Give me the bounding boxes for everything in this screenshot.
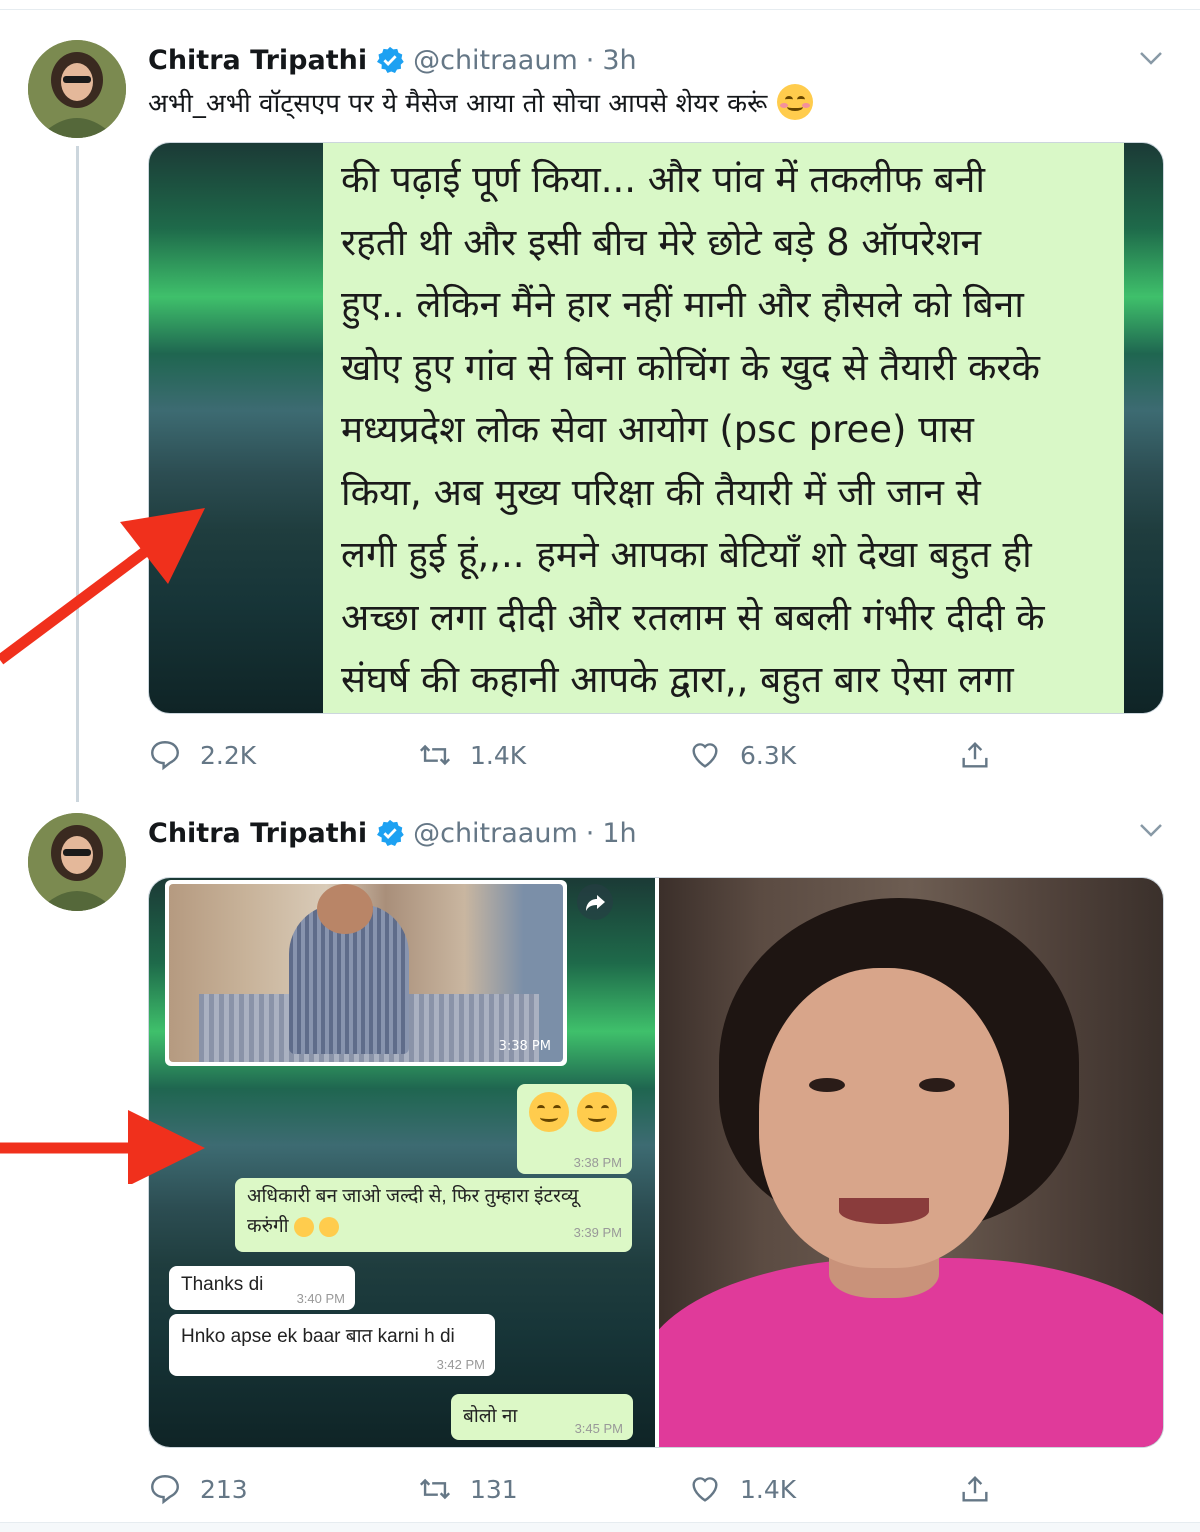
tweet-header: Chitra Tripathi @chitraaum · 1h bbox=[148, 815, 637, 851]
tweet-text-content: अभी_अभी वॉट्सएप पर ये मैसेज आया तो सोचा … bbox=[148, 89, 768, 119]
verified-badge-icon bbox=[377, 819, 404, 846]
message-bubble: अधिकारी बन जाओ जल्दी से, फिर तुम्हारा इं… bbox=[235, 1178, 632, 1252]
retweet-button[interactable]: 131 bbox=[418, 1469, 518, 1509]
message-time: 3:39 PM bbox=[573, 1225, 622, 1240]
bottom-divider bbox=[0, 1522, 1200, 1532]
message-time: 3:40 PM bbox=[296, 1291, 345, 1306]
share-icon bbox=[962, 1475, 988, 1502]
forward-icon bbox=[577, 884, 613, 920]
red-arrow-annotation bbox=[0, 1110, 205, 1184]
photo-message: 3:38 PM bbox=[165, 880, 567, 1066]
tweet-image-grid[interactable]: 3:38 PM 3:38 PM अधिकारी बन जाओ जल्दी से,… bbox=[148, 877, 1164, 1448]
avatar[interactable] bbox=[28, 813, 126, 911]
message-time: 3:42 PM bbox=[436, 1357, 485, 1372]
reply-button[interactable]: 213 bbox=[148, 1469, 248, 1509]
retweet-button[interactable]: 1.4K bbox=[418, 735, 526, 775]
image-text-line: किया, अब मुख्य परिक्षा की तैयारी में जी … bbox=[341, 470, 981, 514]
like-count: 1.4K bbox=[740, 1474, 797, 1504]
message-text: करुंगी bbox=[247, 1212, 620, 1242]
tweet-text: अभी_अभी वॉट्सएप पर ये मैसेज आया तो सोचा … bbox=[148, 84, 814, 120]
tweet-image[interactable]: की पढ़ाई पूर्ण किया... और पांव में तकलीफ… bbox=[148, 142, 1164, 714]
tweet-header: Chitra Tripathi @chitraaum · 3h bbox=[148, 42, 637, 78]
hospital-photo: 3:38 PM bbox=[169, 884, 563, 1062]
retweet-icon bbox=[419, 1478, 451, 1500]
image-text-line: अच्छा लगा दीदी और रतलाम से बबली गंभीर दी… bbox=[341, 595, 1045, 639]
image-text-line: मध्यप्रदेश लोक सेवा आयोग (psc pree) पास bbox=[341, 408, 974, 451]
message-time: 3:38 PM bbox=[573, 1155, 622, 1170]
video-still-photo[interactable] bbox=[659, 878, 1163, 1447]
message-time: 3:45 PM bbox=[574, 1421, 623, 1436]
image-text-line: खोए हुए गांव से बिना कोचिंग के खुद से तै… bbox=[341, 345, 1040, 389]
message-bubble: Hnko apse ek baar बात karni h di 3:42 PM bbox=[169, 1314, 495, 1376]
tweet-actions: 2.2K 1.4K 6.3K bbox=[148, 735, 1008, 775]
image-text-line: रहती थी और इसी बीच मेरे छोटे बड़े 8 ऑपरे… bbox=[341, 220, 982, 264]
tweet-1[interactable]: Chitra Tripathi @chitraaum · 3h अभी_अभी … bbox=[0, 0, 1200, 800]
image-text-line: लगी हुई हूं,,.. हमने आपका बेटियाँ शो देख… bbox=[341, 533, 1032, 576]
tweet-timestamp[interactable]: 1h bbox=[602, 818, 636, 849]
whatsapp-message-screenshot: की पढ़ाई पूर्ण किया... और पांव में तकलीफ… bbox=[323, 143, 1124, 713]
heart-icon bbox=[692, 743, 718, 768]
verified-badge-icon bbox=[377, 46, 404, 73]
message-text: बोलो ना bbox=[463, 1406, 518, 1427]
author-name[interactable]: Chitra Tripathi bbox=[148, 45, 367, 76]
reply-icon bbox=[151, 741, 179, 771]
message-text: Thanks di bbox=[181, 1274, 264, 1295]
retweet-count: 1.4K bbox=[470, 740, 527, 770]
avatar-photo bbox=[28, 813, 126, 911]
like-count: 6.3K bbox=[740, 740, 797, 770]
heart-icon bbox=[692, 1477, 718, 1502]
separator-dot: · bbox=[585, 44, 595, 76]
image-text-line: हुए.. लेकिन मैंने हार नहीं मानी और हौसले… bbox=[341, 283, 1024, 326]
reply-button[interactable]: 2.2K bbox=[148, 735, 256, 775]
smiling-face-icon bbox=[577, 1092, 617, 1132]
author-handle[interactable]: @chitraaum bbox=[413, 818, 578, 849]
reply-icon bbox=[151, 1475, 179, 1505]
image-text-line: संघर्ष की कहानी आपके द्वारा,, बहुत बार ऐ… bbox=[341, 658, 1014, 701]
retweet-icon bbox=[419, 744, 451, 766]
message-time: 3:38 PM bbox=[498, 1039, 551, 1054]
message-text: Hnko apse ek baar बात karni h di bbox=[181, 1326, 455, 1347]
share-button[interactable] bbox=[958, 735, 992, 775]
whatsapp-chat-screenshot[interactable]: 3:38 PM 3:38 PM अधिकारी बन जाओ जल्दी से,… bbox=[149, 878, 655, 1447]
reply-count: 2.2K bbox=[200, 740, 257, 770]
avatar[interactable] bbox=[28, 40, 126, 138]
tweet-actions: 213 131 1.4K bbox=[148, 1469, 1008, 1509]
image-text-line: की पढ़ाई पूर्ण किया... और पांव में तकलीफ… bbox=[341, 158, 986, 201]
share-button[interactable] bbox=[958, 1469, 992, 1509]
avatar-photo bbox=[28, 40, 126, 138]
chevron-down-icon[interactable] bbox=[1138, 48, 1164, 68]
like-button[interactable]: 1.4K bbox=[688, 1469, 796, 1509]
message-bubble: Thanks di 3:40 PM bbox=[169, 1266, 355, 1310]
red-arrow-annotation bbox=[0, 508, 205, 665]
tweet-timestamp[interactable]: 3h bbox=[602, 45, 636, 76]
author-name[interactable]: Chitra Tripathi bbox=[148, 818, 367, 849]
chevron-down-icon[interactable] bbox=[1138, 820, 1164, 840]
smiling-face-icon bbox=[529, 1092, 569, 1132]
smiling-face-with-smiling-eyes-icon bbox=[777, 84, 814, 120]
share-icon bbox=[962, 741, 988, 768]
message-bubble: 3:38 PM bbox=[517, 1084, 632, 1174]
reply-count: 213 bbox=[200, 1474, 248, 1504]
message-text: अधिकारी बन जाओ जल्दी से, फिर तुम्हारा इं… bbox=[247, 1186, 579, 1207]
message-bubble: बोलो ना 3:45 PM bbox=[451, 1394, 633, 1440]
author-handle[interactable]: @chitraaum bbox=[413, 45, 578, 76]
like-button[interactable]: 6.3K bbox=[688, 735, 796, 775]
retweet-count: 131 bbox=[470, 1474, 518, 1504]
separator-dot: · bbox=[585, 817, 595, 849]
